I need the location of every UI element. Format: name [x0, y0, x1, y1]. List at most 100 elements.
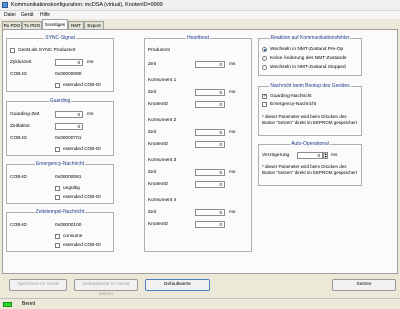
sync-extended-label: extended COB-ID: [63, 83, 101, 88]
consumer-1-time-input[interactable]: 0: [195, 89, 225, 96]
guarding-extended-checkbox[interactable]: [55, 147, 60, 152]
tab-sonstiges[interactable]: Sonstiges: [42, 19, 68, 29]
bootup-guarding-label: Guarding-Nachricht: [270, 94, 312, 99]
reaction-radio-nochange[interactable]: [262, 56, 267, 61]
timestamp-consume-label: consume: [63, 234, 83, 239]
guarding-group: Guarding Guarding-Zeit 0 ms Zeitfaktor 0…: [6, 98, 114, 156]
reaction-group: Reaktion auf Kommunikationsfehler Wechse…: [258, 35, 362, 76]
consumer-4-label: Konsument 4: [148, 198, 177, 203]
bootup-guarding-checkbox[interactable]: [262, 93, 267, 99]
consumer-3-label: Konsument 3: [148, 158, 177, 163]
autoop-delay-unit: ms: [331, 153, 338, 158]
autoop-delay-label: Verzögerung: [262, 153, 290, 158]
autoop-group: Auto-Operational Verzögerung 0 ▲ ▼ ms * d…: [258, 141, 362, 186]
save-device-button[interactable]: Speichern im Gerät: [9, 279, 67, 291]
menu-geraet[interactable]: Gerät: [21, 12, 34, 18]
consumer-4-time-unit: ms: [229, 210, 236, 215]
consumer-4-time-input[interactable]: 0: [195, 209, 225, 216]
consumer-3-time-unit: ms: [229, 170, 236, 175]
consumer-3-node-input[interactable]: 0: [195, 181, 225, 188]
tab-tx-pdo[interactable]: Tx PDO: [22, 21, 42, 29]
consumer-2-time-unit: ms: [229, 130, 236, 135]
reaction-title: Reaktion auf Kommunikationsfehler: [269, 35, 351, 41]
consumer-4-node-input[interactable]: 0: [195, 221, 225, 228]
heartbeat-producer-label: Produzent: [148, 48, 170, 53]
timestamp-extended-checkbox[interactable]: [55, 243, 60, 248]
emergency-extended-label: extended COB-ID: [63, 195, 101, 200]
sync-cycle-label: Zykluszeit: [10, 60, 32, 65]
sync-cobid-label: COB-ID: [10, 72, 27, 77]
reaction-option-preop: Wechseln in NMT-Zustand Pre-Op: [270, 47, 344, 52]
guarding-time-label: Guarding-Zeit: [10, 112, 40, 117]
bootup-group: Nachricht beim Bootup des Gerätes Guardi…: [258, 83, 362, 136]
emergency-title: Emergency-Nachricht: [34, 161, 86, 167]
timestamp-cobid-label: COB-ID: [10, 223, 27, 228]
consumer-1-node-input[interactable]: 0: [195, 101, 225, 108]
timestamp-consume-checkbox[interactable]: [55, 234, 60, 239]
sync-cobid-value: 0x00000080: [55, 72, 82, 77]
consumer-4-time-label: Zeit: [148, 210, 156, 215]
consumer-2-label: Konsument 2: [148, 118, 177, 123]
tab-export[interactable]: Export: [84, 21, 104, 29]
guarding-title: Guarding: [48, 98, 72, 104]
consumer-3-time-label: Zeit: [148, 170, 156, 175]
bootup-note: * dieser Parameter wird beim Drücken des…: [262, 114, 357, 125]
tab-content: SYNC-Signal Gerät als SYNC Produzent Zyk…: [2, 29, 398, 274]
consumer-4-node-label: KnotenID: [148, 222, 169, 227]
consumer-1-time-label: Zeit: [148, 90, 156, 95]
timestamp-title: Zeitstempel-Nachricht: [34, 209, 86, 215]
tab-nmt[interactable]: NMT: [68, 21, 84, 29]
guarding-factor-input[interactable]: 0: [55, 123, 83, 130]
autoop-note: * dieser Parameter wird beim Drücken des…: [262, 164, 357, 175]
reaction-option-stopped: Wechseln in NMT-Zustand Stopped: [270, 65, 346, 70]
sync-title: SYNC-Signal: [44, 35, 76, 41]
heartbeat-producer-time-label: Zeit: [148, 62, 156, 67]
autoop-title: Auto-Operational: [290, 141, 330, 147]
menu-bar: Datei Gerät Hilfe: [0, 11, 400, 19]
window-title: Kommunikationskonfiguration: mcDSA (virt…: [11, 2, 163, 8]
consumer-3-node-label: KnotenID: [148, 182, 169, 187]
consumer-1-label: Konsument 1: [148, 78, 177, 83]
app-icon: [2, 2, 8, 8]
tab-rx-pdo[interactable]: Rx PDO: [2, 21, 22, 29]
set-button[interactable]: Setzen: [332, 279, 396, 291]
defaults-button[interactable]: Defaultwerte: [145, 279, 210, 291]
bootup-emergency-label: Emergency-Nachricht: [270, 102, 317, 107]
bootup-emergency-checkbox[interactable]: [262, 102, 267, 107]
emergency-cobid-value: 0x00000081: [55, 175, 82, 180]
reaction-radio-preop[interactable]: [262, 47, 267, 52]
bootup-title: Nachricht beim Bootup des Gerätes: [269, 83, 351, 89]
guarding-time-input[interactable]: 0: [55, 111, 83, 118]
menu-datei[interactable]: Datei: [4, 12, 16, 18]
sync-group: SYNC-Signal Gerät als SYNC Produzent Zyk…: [6, 35, 114, 92]
consumer-2-node-input[interactable]: 0: [195, 141, 225, 148]
autoop-delay-spinner[interactable]: ▲ ▼: [323, 152, 328, 159]
consumer-3-time-input[interactable]: 0: [195, 169, 225, 176]
guarding-factor-label: Zeitfaktor: [10, 124, 30, 129]
tab-strip: Rx PDO Tx PDO Sonstiges NMT Export: [0, 19, 400, 29]
autoop-delay-input[interactable]: 0: [297, 152, 323, 159]
sync-producer-label: Gerät als SYNC Produzent: [18, 48, 76, 53]
emergency-extended-checkbox[interactable]: [55, 195, 60, 200]
consumer-2-time-input[interactable]: 0: [195, 129, 225, 136]
status-bar: Bereit: [0, 298, 400, 309]
emergency-invalid-checkbox[interactable]: [55, 186, 60, 191]
sync-cycle-input[interactable]: 0: [55, 59, 83, 66]
sync-producer-checkbox[interactable]: [10, 48, 15, 53]
emergency-invalid-label: ungültig: [63, 186, 80, 191]
menu-hilfe[interactable]: Hilfe: [40, 12, 50, 18]
guarding-time-unit: ms: [87, 112, 94, 117]
status-text: Bereit: [22, 301, 36, 307]
sync-cycle-unit: ms: [87, 60, 94, 65]
defaults-device-button[interactable]: Defaultwerte im Gerät setzen: [74, 279, 138, 297]
sync-extended-checkbox[interactable]: [55, 83, 60, 88]
consumer-2-node-label: KnotenID: [148, 142, 169, 147]
reaction-radio-stopped[interactable]: [262, 65, 267, 70]
reaction-option-nochange: Keine Änderung des NMT-Zustands: [270, 56, 347, 61]
emergency-cobid-label: COB-ID: [10, 175, 27, 180]
consumer-1-node-label: KnotenID: [148, 102, 169, 107]
guarding-cobid-value: 0x00000701: [55, 136, 82, 141]
heartbeat-producer-time-input[interactable]: 0: [195, 61, 225, 68]
consumer-1-time-unit: ms: [229, 90, 236, 95]
heartbeat-title: Heartbeat: [186, 35, 210, 41]
